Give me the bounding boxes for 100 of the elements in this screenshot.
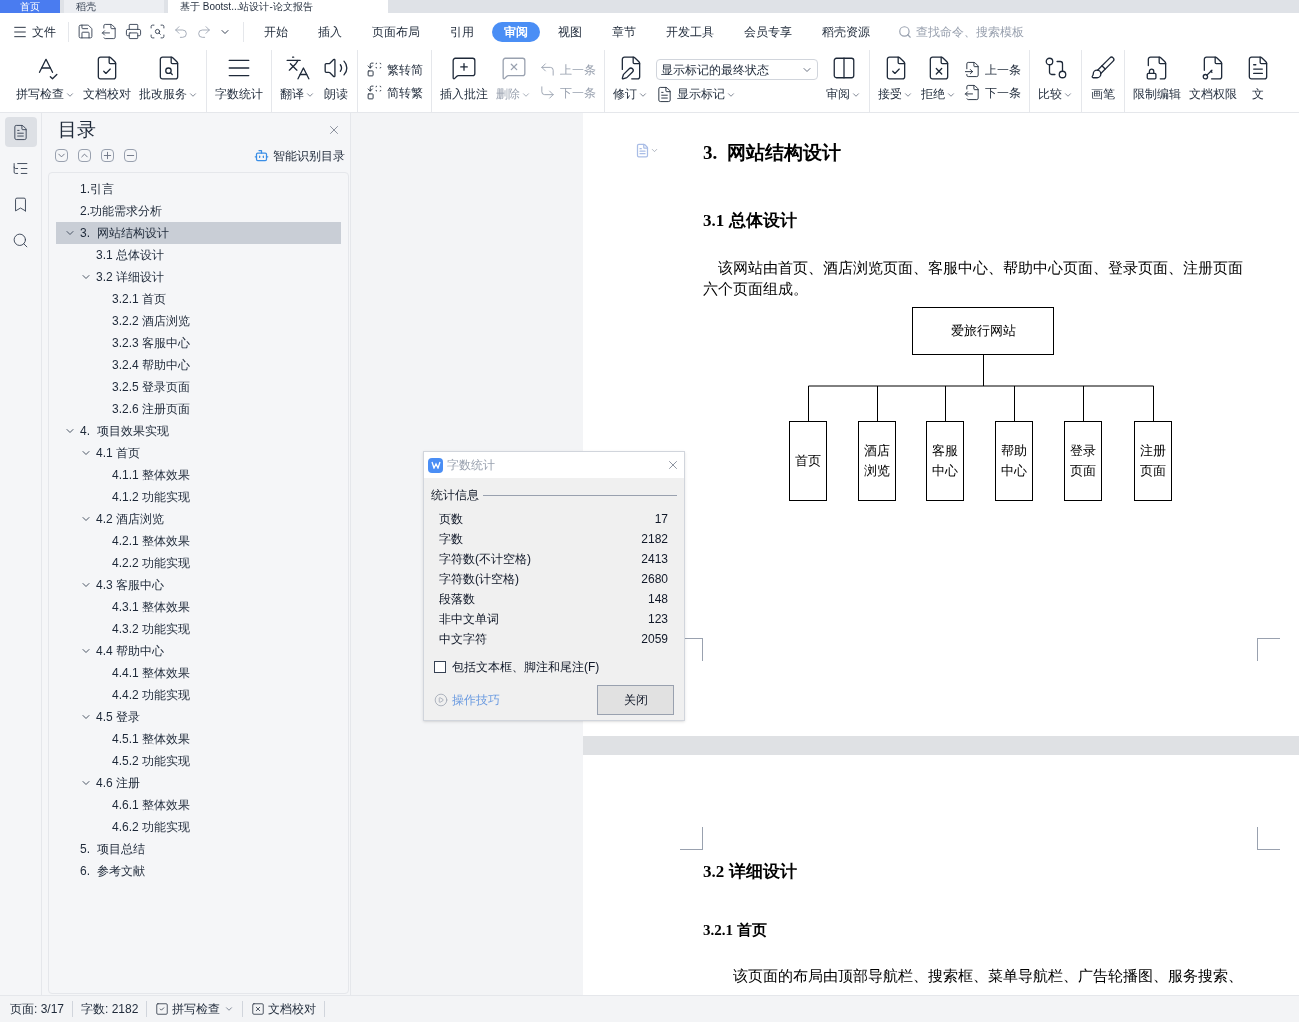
toc-item[interactable]: 3.2.3 客服中心 [56, 331, 341, 354]
toc-item[interactable]: 2.功能需求分析 [56, 199, 341, 222]
toc-item[interactable]: 4.5.2 功能实现 [56, 749, 341, 772]
save-icon[interactable] [77, 23, 94, 40]
toc-item[interactable]: 4.2.1 整体效果 [56, 529, 341, 552]
toc-item[interactable]: 4.2.2 功能实现 [56, 551, 341, 574]
ribbon-small-button[interactable]: 简转繁 [366, 83, 423, 102]
toc-item[interactable]: 4.4 帮助中心 [56, 639, 341, 662]
sidebar-tab[interactable] [4, 117, 37, 147]
ribbon-button[interactable]: 翻译 [276, 50, 319, 112]
toc-item[interactable]: 4.2 酒店浏览 [56, 507, 341, 530]
spell-check-button[interactable]: 拼写检查 [155, 1000, 235, 1018]
toc-item[interactable]: 4.1.2 功能实现 [56, 485, 341, 508]
next-icon [964, 84, 981, 101]
ribbon-button[interactable]: 接受 [874, 50, 917, 112]
toc-item[interactable]: 4.4.1 整体效果 [56, 661, 341, 684]
document-tab[interactable]: 首页 [0, 0, 60, 13]
file-menu-button[interactable]: 文件 [12, 22, 64, 41]
ribbon-button[interactable]: 批改服务 [135, 50, 202, 112]
page-indicator[interactable]: 页面: 3/17 [10, 1000, 65, 1018]
ribbon-button[interactable]: 比较 [1034, 50, 1077, 112]
toc-item[interactable]: 5. 项目总结 [56, 837, 341, 860]
ribbon-button[interactable]: 文档校对 [79, 50, 135, 112]
toc-item[interactable]: 6. 参考文献 [56, 859, 341, 882]
toc-item[interactable]: 4.6 注册 [56, 771, 341, 794]
ribbon-tab[interactable]: 稻壳资源 [810, 21, 882, 42]
collapse-all-icon[interactable] [55, 149, 68, 162]
document-tab[interactable]: 稻壳 [64, 0, 164, 13]
toc-item[interactable]: 4.4.2 功能实现 [56, 683, 341, 706]
close-button[interactable]: 关闭 [597, 685, 674, 715]
previous-icon [539, 61, 556, 78]
dialog-title: 字数统计 [447, 457, 495, 474]
panel-title: 目录 [58, 118, 96, 142]
ribbon-button[interactable]: 画笔 [1086, 50, 1120, 112]
word-count-indicator[interactable]: 字数: 2182 [81, 1000, 139, 1018]
ribbon-button[interactable]: 朗读 [319, 50, 353, 112]
minus-icon[interactable] [124, 149, 137, 162]
toc-item[interactable]: 3. 网站结构设计 [56, 221, 341, 244]
caret-icon [224, 1004, 235, 1014]
toc-item[interactable]: 3.2.1 首页 [56, 287, 341, 310]
toc-item[interactable]: 4.5.1 整体效果 [56, 727, 341, 750]
chart-node: 登录页面 [1064, 421, 1102, 501]
ribbon-button[interactable]: 拼写检查 [12, 50, 79, 112]
toc-item[interactable]: 3.2.6 注册页面 [56, 397, 341, 420]
expand-up-icon[interactable] [78, 149, 91, 162]
ribbon-button[interactable]: 字数统计 [211, 50, 267, 112]
toc-item[interactable]: 4.1 首页 [56, 441, 341, 464]
toc-item[interactable]: 4.1.1 整体效果 [56, 463, 341, 486]
ribbon-tab[interactable]: 开始 [252, 21, 300, 42]
toc-item[interactable]: 3.2.4 帮助中心 [56, 353, 341, 376]
ribbon-small-button[interactable]: 显示标记 [656, 85, 818, 103]
section-label: 统计信息 [431, 487, 479, 504]
undo-icon[interactable] [173, 23, 189, 40]
ribbon-button[interactable]: 插入批注 [436, 50, 492, 112]
plus-icon[interactable] [101, 149, 114, 162]
redo-icon[interactable] [196, 23, 212, 40]
ribbon-tab[interactable]: 章节 [600, 21, 648, 42]
search-icon [898, 24, 912, 39]
document-tab[interactable]: 基于 Bootst...站设计-论文报告 [168, 0, 388, 13]
ribbon-tab[interactable]: 插入 [306, 21, 354, 42]
proofread-button[interactable]: 文档校对 [251, 1000, 317, 1018]
markup-select[interactable]: 显示标记的最终状态 [656, 59, 818, 80]
toc-item[interactable]: 4.3.1 整体效果 [56, 595, 341, 618]
ribbon-small-button[interactable]: 繁转简 [366, 60, 423, 79]
preview-icon[interactable] [149, 23, 166, 40]
ribbon-small-button[interactable]: 下一条 [964, 83, 1021, 102]
ribbon-tab[interactable]: 开发工具 [654, 21, 726, 42]
ribbon-button[interactable]: 文 [1241, 50, 1275, 112]
subheading: 3.1 总体设计 [703, 209, 798, 232]
ribbon-tab[interactable]: 页面布局 [360, 21, 432, 42]
toc-item[interactable]: 3.2.2 酒店浏览 [56, 309, 341, 332]
ribbon-small-button[interactable]: 上一条 [964, 60, 1021, 79]
stat-label: 字符数(不计空格) [439, 551, 531, 568]
brush-icon [1090, 55, 1116, 81]
ribbon-tab[interactable]: 视图 [546, 21, 594, 42]
comment-plus-icon [451, 55, 477, 81]
print-icon[interactable] [125, 23, 142, 40]
toc-item[interactable]: 4.6.1 整体效果 [56, 793, 341, 816]
toc-item[interactable]: 1.引言 [56, 177, 341, 200]
toc-item[interactable]: 4.3.2 功能实现 [56, 617, 341, 640]
ribbon-button[interactable]: 审阅 [822, 50, 865, 112]
ribbon-tab[interactable]: 引用 [438, 21, 486, 42]
close-icon[interactable] [666, 458, 680, 472]
toc-item[interactable]: 3.1 总体设计 [56, 243, 341, 266]
ribbon-tab[interactable]: 会员专享 [732, 21, 804, 42]
toc-item[interactable]: 4.5 登录 [56, 705, 341, 728]
toc-item[interactable]: 4.3 客服中心 [56, 573, 341, 596]
include-checkbox[interactable]: 包括文本框、脚注和尾注(F) [424, 658, 684, 676]
export-icon[interactable] [101, 23, 118, 40]
smart-toc-button[interactable]: 智能识别目录 [254, 146, 345, 165]
ribbon-button[interactable]: 限制编辑 [1129, 50, 1185, 112]
toc-item[interactable]: 4.6.2 功能实现 [56, 815, 341, 838]
toc-item[interactable]: 3.2 详细设计 [56, 265, 341, 288]
ribbon-button[interactable]: 文档权限 [1185, 50, 1241, 112]
stat-value: 2059 [641, 631, 668, 648]
toc-item[interactable]: 4. 项目效果实现 [56, 419, 341, 442]
toc-item[interactable]: 3.2.5 登录页面 [56, 375, 341, 398]
ribbon-button[interactable]: 拒绝 [917, 50, 960, 112]
ribbon-button[interactable]: 修订 [609, 50, 652, 112]
stat-value: 2182 [641, 531, 668, 548]
